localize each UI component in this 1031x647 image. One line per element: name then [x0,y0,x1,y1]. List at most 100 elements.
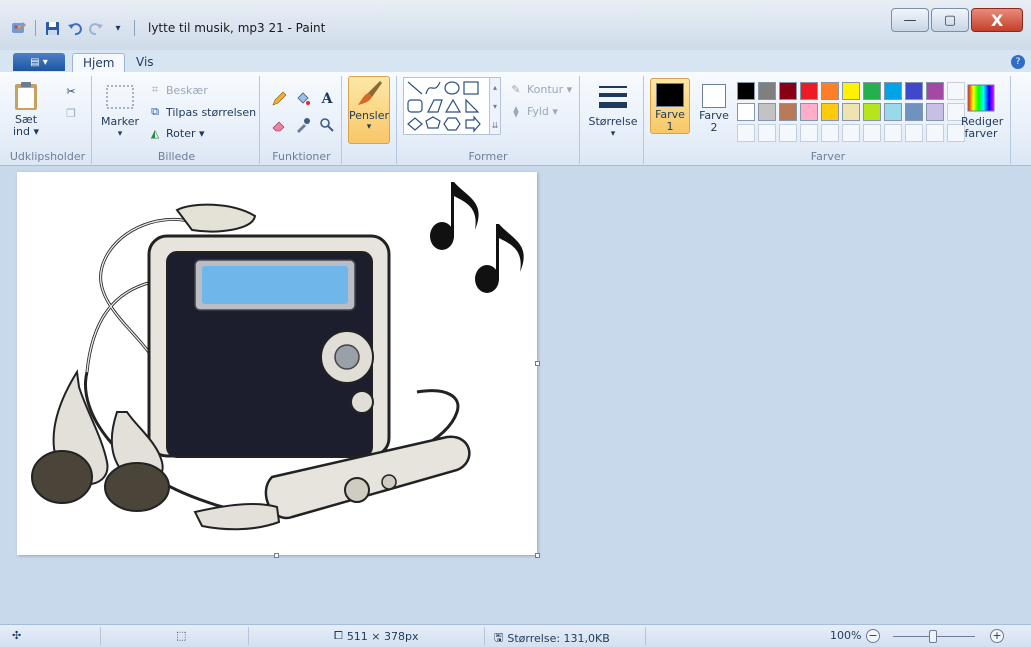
text-tool-icon[interactable]: A [316,88,338,110]
help-icon[interactable]: ? [1011,55,1025,69]
palette-color-swatch[interactable] [821,103,839,121]
cut-icon[interactable]: ✂ [64,84,78,98]
outline-button[interactable]: ✎ Kontur ▾ [509,82,572,96]
cursor-position-icon: ✣ [12,629,22,642]
palette-color-swatch[interactable] [779,124,797,142]
palette-color-swatch[interactable] [737,103,755,121]
palette-color-swatch[interactable] [863,124,881,142]
canvas-workspace [0,166,1031,624]
palette-color-swatch[interactable] [821,124,839,142]
select-button[interactable]: Marker ▾ [101,82,139,140]
group-label-image: Billede [157,150,196,163]
tab-vis[interactable]: Vis [126,53,164,72]
group-size: Størrelse ▾ [582,76,644,164]
group-tools: A Funktioner [262,76,342,164]
window-controls: — ▢ X [891,8,1023,32]
palette-color-swatch[interactable] [884,124,902,142]
palette-color-swatch[interactable] [842,103,860,121]
palette-color-swatch[interactable] [863,103,881,121]
eraser-icon[interactable] [268,114,290,136]
undo-icon[interactable] [65,19,83,37]
canvas-size-icon: ⧠ [334,629,343,642]
status-separator [248,627,249,645]
mp3-player-picture [31,182,524,531]
fill-button[interactable]: ⧫ Fyld ▾ [509,104,558,118]
size-button[interactable]: Størrelse ▾ [587,82,639,140]
palette-color-swatch[interactable] [758,124,776,142]
title-bar: ▾ lytte til musik, mp3 21 - Paint — ▢ X [0,0,1031,50]
minimize-button[interactable]: — [891,8,929,32]
canvas-resize-handle-bottom[interactable] [274,553,279,558]
magnifier-icon[interactable] [316,114,338,136]
shapes-scrollbar[interactable]: ▴ ▾ ⇊ [489,77,501,135]
paste-button[interactable]: Sæt ind ▾ [8,80,44,138]
palette-color-swatch[interactable] [800,124,818,142]
color1-button[interactable]: Farve 1 [650,78,690,134]
rotate-button[interactable]: ◭ Roter ▾ [148,126,205,140]
palette-color-swatch[interactable] [800,82,818,100]
palette-color-swatch[interactable] [884,103,902,121]
palette-color-swatch[interactable] [905,82,923,100]
palette-color-swatch[interactable] [842,82,860,100]
color1-swatch [656,83,684,107]
zoom-level: 100% [830,629,862,642]
palette-color-swatch[interactable] [905,124,923,142]
palette-color-swatch[interactable] [800,103,818,121]
ribbon: Sæt ind ▾ ✂ ❐ Udklipsholder Marker ▾ ⌗ B… [0,72,1031,166]
fill-icon: ⧫ [513,104,519,118]
line-size-icon [599,86,627,108]
resize-button[interactable]: ⧉ Tilpas størrelsen [148,105,256,119]
palette-color-swatch[interactable] [884,82,902,100]
brushes-button[interactable]: Pensler ▾ [348,76,390,144]
save-icon[interactable] [43,19,61,37]
shapes-gallery[interactable] [403,77,499,135]
palette-color-swatch[interactable] [863,82,881,100]
color-picker-icon[interactable] [292,114,314,136]
clipboard-icon [15,82,37,110]
selection-size-icon: ⬚ [176,629,187,642]
tab-hjem[interactable]: Hjem [72,53,126,72]
select-rectangle-icon [106,85,134,109]
palette-color-swatch[interactable] [737,124,755,142]
qat-separator [134,20,135,36]
edit-colors-button[interactable]: Rediger farver [958,82,1004,140]
group-label-clipboard: Udklipsholder [9,150,86,163]
drawing-canvas[interactable] [17,172,537,555]
close-button[interactable]: X [971,8,1023,32]
palette-color-swatch[interactable] [779,82,797,100]
ribbon-tab-row: ▤ ▾ Hjem Vis ? [0,50,1031,72]
paint-menu-button[interactable]: ▤ ▾ [13,53,65,71]
quick-access-toolbar: ▾ [10,18,138,38]
zoom-in-button[interactable]: + [990,629,1004,643]
group-label-colors: Farver [810,150,846,163]
palette-color-swatch[interactable] [758,82,776,100]
maximize-button[interactable]: ▢ [931,8,969,32]
zoom-slider-thumb[interactable] [929,630,937,643]
zoom-out-button[interactable]: − [866,629,880,643]
group-label-shapes: Former [468,150,508,163]
fill-bucket-icon[interactable] [292,88,314,110]
customize-qat-icon[interactable]: ▾ [109,19,127,37]
group-label-tools: Funktioner [272,150,331,163]
status-bar: ✣ ⬚ ⧠ 511 × 378px 🖫 Størrelse: 131,0KB 1… [0,624,1031,647]
palette-color-swatch[interactable] [926,103,944,121]
palette-color-swatch[interactable] [926,82,944,100]
palette-color-swatch[interactable] [737,82,755,100]
palette-color-swatch[interactable] [926,124,944,142]
canvas-resize-handle-right[interactable] [535,361,540,366]
redo-icon[interactable] [87,19,105,37]
copy-icon[interactable]: ❐ [64,106,78,120]
disk-icon: 🖫 [494,631,504,644]
crop-button[interactable]: ⌗ Beskær [148,83,208,97]
pencil-icon[interactable] [268,88,290,110]
palette-color-swatch[interactable] [758,103,776,121]
palette-color-swatch[interactable] [779,103,797,121]
paint-app-icon[interactable] [10,19,28,37]
group-clipboard: Sæt ind ▾ ✂ ❐ Udklipsholder [4,76,92,164]
canvas-resize-handle-corner[interactable] [535,553,540,558]
palette-color-swatch[interactable] [842,124,860,142]
color2-button[interactable]: Farve 2 [694,78,734,134]
status-separator [484,627,485,645]
palette-color-swatch[interactable] [905,103,923,121]
palette-color-swatch[interactable] [821,82,839,100]
